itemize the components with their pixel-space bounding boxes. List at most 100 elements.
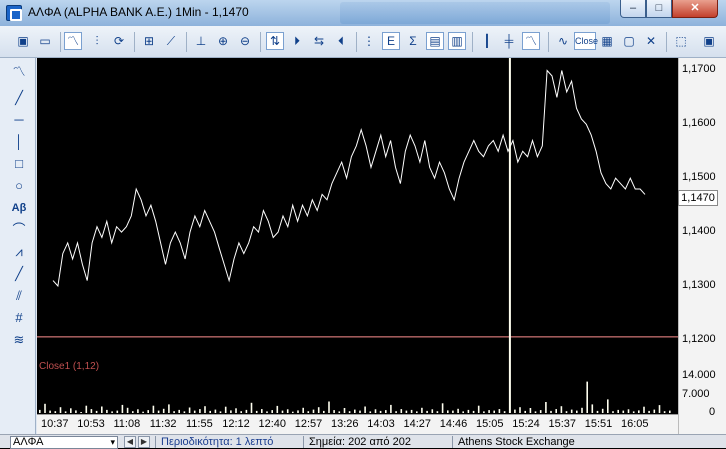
points-text: Σημεία: 202 από 202 bbox=[309, 436, 411, 448]
volume-bar bbox=[224, 406, 227, 413]
volume-bar bbox=[312, 409, 315, 413]
zoom-in-icon[interactable]: ⊕ bbox=[214, 32, 232, 50]
arc-icon[interactable]: ⌒ bbox=[9, 220, 29, 240]
volume-bar bbox=[183, 411, 186, 413]
volume-bar bbox=[669, 410, 671, 413]
refresh-icon[interactable]: ⟳ bbox=[110, 32, 128, 50]
volume-bar bbox=[627, 409, 630, 413]
channel-icon[interactable]: ⫽ bbox=[9, 286, 29, 306]
ellipse-icon[interactable]: ○ bbox=[9, 176, 29, 196]
time-tick-label: 12:57 bbox=[294, 418, 323, 430]
chart-type-icon[interactable]: 〽 bbox=[9, 62, 29, 82]
volume-bar bbox=[410, 409, 413, 413]
volume-bar bbox=[147, 410, 149, 413]
volume-bar bbox=[214, 409, 217, 413]
volume-bar bbox=[514, 409, 516, 413]
volume-bar bbox=[400, 409, 403, 413]
diagonal-line-icon[interactable]: ╱ bbox=[9, 88, 29, 108]
volume-bar bbox=[188, 407, 191, 413]
autofit-icon[interactable]: ⇅ bbox=[266, 32, 284, 50]
minimize-button[interactable]: – bbox=[620, 0, 646, 18]
line-style-icon[interactable]: ┃ bbox=[478, 32, 496, 50]
scroll-end-icon[interactable]: ⏴ bbox=[332, 32, 350, 50]
volume-bar bbox=[173, 411, 175, 413]
line-chart-icon[interactable]: 〽 bbox=[522, 32, 540, 50]
status-separator bbox=[155, 436, 156, 448]
draw-trend-icon[interactable]: ╪ bbox=[500, 32, 518, 50]
toolbar-separator bbox=[356, 32, 357, 52]
volume-bar bbox=[106, 409, 108, 413]
volume-bar bbox=[601, 408, 604, 413]
volume-bar bbox=[441, 403, 444, 413]
volume-bar bbox=[343, 408, 346, 413]
prev-icon[interactable]: ◀ bbox=[124, 436, 136, 448]
volume-bar bbox=[90, 409, 93, 413]
close-label-icon[interactable]: ∿ bbox=[554, 32, 572, 50]
volume-bar bbox=[323, 410, 325, 413]
indicator-icon[interactable]: ⊥ bbox=[192, 32, 210, 50]
panel-icon[interactable]: ▦ bbox=[598, 32, 616, 50]
chart-area[interactable]: Close1 (1,12) bbox=[37, 58, 678, 414]
volume-bar bbox=[565, 411, 568, 413]
volume-bar bbox=[452, 410, 454, 413]
volume-bar bbox=[488, 410, 490, 413]
maximize-button[interactable]: □ bbox=[646, 0, 672, 18]
period-s-icon[interactable]: Σ bbox=[404, 32, 422, 50]
fibonacci-icon[interactable]: # bbox=[9, 308, 29, 328]
close-button[interactable]: ✕ bbox=[672, 0, 718, 18]
maximize-panel-icon[interactable]: ▢ bbox=[620, 32, 638, 50]
scroll-start-icon[interactable]: ⏵ bbox=[288, 32, 306, 50]
volume-bar bbox=[276, 405, 279, 413]
price-axis[interactable]: 1,1700 1,1600 1,1500 1,1400 1,1300 1,1200 14.0… bbox=[678, 58, 726, 434]
gann-icon[interactable]: ≋ bbox=[9, 330, 29, 350]
volume-bar bbox=[121, 404, 124, 413]
text-tool-icon[interactable]: Aβ bbox=[9, 198, 29, 218]
tools-icon[interactable]: ✕ bbox=[642, 32, 660, 50]
volume-bar bbox=[560, 406, 563, 413]
title-bar[interactable]: ΑΛΦΑ (ALPHA BANK A.E.) 1Min - 1,1470 – □… bbox=[0, 0, 726, 26]
volume-bar bbox=[348, 411, 351, 413]
volume-bar bbox=[643, 406, 645, 413]
time-tick-label: 10:37 bbox=[41, 418, 69, 430]
exchange-text: Athens Stock Exchange bbox=[458, 436, 575, 448]
candle-icon[interactable]: ▥ bbox=[448, 32, 466, 50]
save-icon[interactable]: ▣ bbox=[14, 32, 32, 50]
close-label-button[interactable]: Close bbox=[574, 32, 598, 50]
settings-icon[interactable]: ▣ bbox=[700, 32, 718, 50]
volume-bar bbox=[101, 406, 103, 413]
ohlc-icon[interactable]: ⫶ bbox=[88, 32, 106, 50]
crosshair-icon[interactable]: ⟋ bbox=[162, 32, 180, 50]
grid-icon[interactable]: ⋮ bbox=[360, 32, 378, 50]
export-icon[interactable]: ⬚ bbox=[672, 32, 690, 50]
volume-bar bbox=[193, 410, 196, 413]
next-icon[interactable]: ▶ bbox=[138, 436, 150, 448]
line-chart-icon[interactable]: 〽 bbox=[64, 32, 82, 50]
ray-icon[interactable]: ╱ bbox=[9, 264, 29, 284]
window-icon[interactable]: ▭ bbox=[36, 32, 54, 50]
price-tick-label: 1,1500 bbox=[682, 171, 716, 184]
zoom-out-icon[interactable]: ⊖ bbox=[236, 32, 254, 50]
zoom-chart-icon[interactable]: ⊞ bbox=[140, 32, 158, 50]
symbol-select[interactable]: ΑΛΦΑ bbox=[10, 436, 118, 449]
volume-bar bbox=[431, 409, 434, 413]
volume-bar bbox=[54, 411, 57, 413]
vertical-line-icon[interactable]: │ bbox=[9, 132, 29, 152]
scroll-both-icon[interactable]: ⇆ bbox=[310, 32, 328, 50]
volume-bar bbox=[266, 411, 268, 413]
volume-bar bbox=[421, 407, 423, 413]
tick-icon[interactable]: ▤ bbox=[426, 32, 444, 50]
window-title: ΑΛΦΑ (ALPHA BANK A.E.) 1Min - 1,1470 bbox=[28, 5, 249, 19]
volume-bar bbox=[230, 410, 232, 413]
rectangle-icon[interactable]: □ bbox=[9, 154, 29, 174]
volume-bar bbox=[85, 405, 88, 413]
price-tick-label: 1,1200 bbox=[682, 332, 716, 345]
volume-bar bbox=[116, 410, 119, 413]
price-tick-label: 1,1600 bbox=[682, 117, 716, 130]
chart-canvas[interactable]: Close1 (1,12) bbox=[37, 58, 678, 414]
time-tick-label: 15:24 bbox=[512, 418, 540, 430]
horizontal-line-icon[interactable]: ─ bbox=[9, 110, 29, 130]
fan-icon[interactable]: ⩘ bbox=[9, 242, 29, 262]
time-axis[interactable]: 10:37 10:53 11:08 11:32 11:55 12:12 12:40 12:57… bbox=[37, 414, 678, 434]
period-icon[interactable]: Ε bbox=[382, 32, 400, 50]
volume-bar bbox=[653, 409, 656, 413]
